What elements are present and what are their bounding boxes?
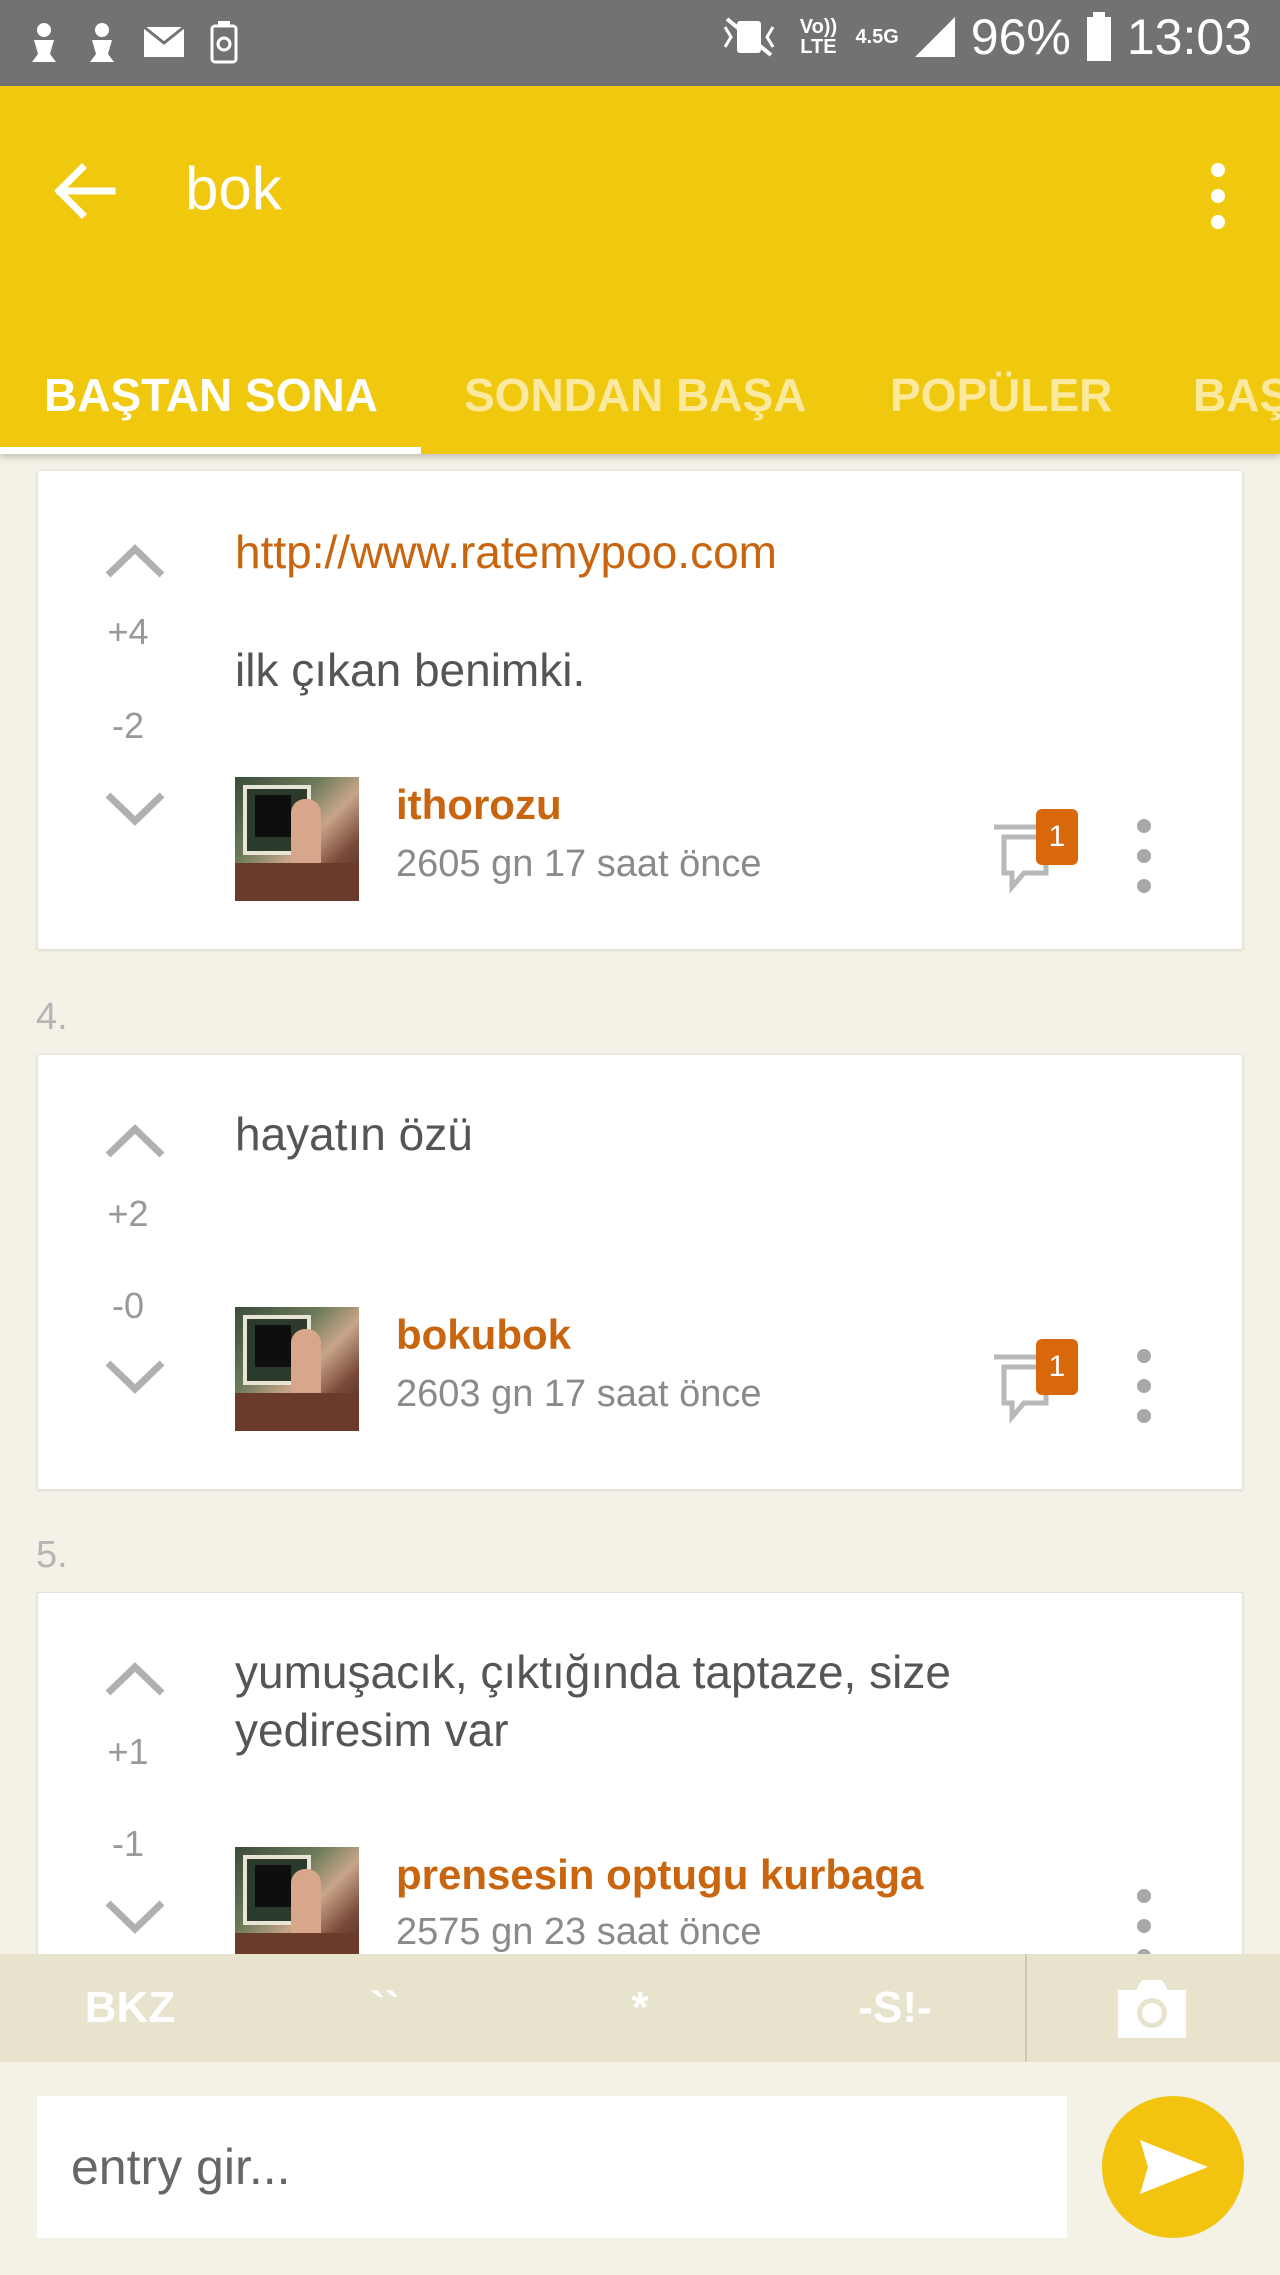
entry-list[interactable]: +4 -2 http://www.ratemypoo.com ilk çıkan…	[0, 454, 1280, 1954]
avatar[interactable]	[235, 777, 359, 901]
author-name[interactable]: ithorozu	[396, 781, 562, 829]
volte-indicator: Vo)) LTE	[799, 16, 838, 58]
star-button[interactable]: *	[555, 1954, 725, 2062]
upvote-icon[interactable]	[100, 1655, 170, 1701]
tab-sondan-basa[interactable]: SONDAN BAŞA	[464, 336, 806, 454]
comments-button[interactable]: 1	[990, 1339, 1080, 1425]
downvote-count: -1	[111, 1823, 144, 1864]
bkz-button[interactable]: BKZ	[40, 1954, 220, 2062]
entry-card: +2 -0 hayatın özü bokubok 2603 gn 17 saa…	[37, 1054, 1243, 1490]
status-bar: Vo)) LTE 4.5G 96% 13:03	[0, 0, 1280, 86]
comments-button[interactable]: 1	[990, 809, 1080, 895]
mail-icon	[143, 25, 185, 57]
upvote-icon[interactable]	[100, 537, 170, 583]
back-button[interactable]	[50, 156, 120, 226]
downvote-icon[interactable]	[100, 1355, 170, 1401]
camera-icon	[1118, 1980, 1186, 2038]
avatar[interactable]	[235, 1847, 359, 1954]
upvote-icon[interactable]	[100, 1117, 170, 1163]
upvote-count: +2	[107, 1193, 149, 1234]
entry-text: ilk çıkan benimki.	[235, 644, 586, 696]
downvote-count: -2	[111, 705, 144, 746]
downvote-count: -0	[111, 1285, 144, 1326]
entry-time: 2575 gn 23 saat önce	[396, 1911, 762, 1953]
app-notification-icon	[90, 23, 114, 62]
format-toolbar: BKZ `` * -S!-	[0, 1954, 1280, 2062]
more-vertical-icon	[1211, 163, 1225, 229]
upvote-count: +1	[107, 1731, 149, 1772]
tab-bar: BAŞTAN SONA SONDAN BAŞA POPÜLER BAŞ	[0, 336, 1280, 454]
entry-card: +4 -2 http://www.ratemypoo.com ilk çıkan…	[37, 470, 1243, 950]
toolbar-divider	[1025, 1954, 1027, 2062]
clock: 13:03	[1126, 9, 1252, 65]
app-bar: bok BAŞTAN SONA SONDAN BAŞA POPÜLER BAŞ	[0, 86, 1280, 454]
author-name[interactable]: bokubok	[396, 1311, 571, 1359]
notification-icons	[26, 20, 240, 64]
battery-percent: 96%	[970, 9, 1071, 65]
downvote-icon[interactable]	[100, 1895, 170, 1941]
entry-card: +1 -1 yumuşacık, çıktığında taptaze, siz…	[37, 1592, 1243, 1954]
entry-number: 5.	[36, 1534, 68, 1576]
signal-icon	[914, 17, 955, 57]
send-button[interactable]	[1102, 2096, 1244, 2238]
entry-text: yumuşacık, çıktığında taptaze, size yedi…	[235, 1646, 951, 1756]
entry-menu-button[interactable]	[1129, 1889, 1159, 1954]
tab-bas[interactable]: BAŞ	[1193, 336, 1280, 454]
page-title: bok	[185, 155, 282, 222]
arrow-left-icon	[54, 163, 116, 219]
comment-count-badge: 1	[1036, 1339, 1078, 1395]
active-tab-indicator	[0, 447, 421, 454]
spoiler-button[interactable]: -S!-	[810, 1954, 980, 2062]
entry-time: 2603 gn 17 saat önce	[396, 1373, 762, 1415]
compose-bar	[0, 2062, 1280, 2275]
entry-menu-button[interactable]	[1129, 819, 1159, 893]
entry-link[interactable]: http://www.ratemypoo.com	[235, 523, 1115, 581]
downvote-icon[interactable]	[100, 787, 170, 833]
send-icon	[1140, 2140, 1208, 2194]
avatar[interactable]	[235, 1307, 359, 1431]
recycle-icon	[210, 21, 238, 64]
overflow-menu-button[interactable]	[1196, 156, 1240, 236]
upvote-count: +4	[107, 611, 149, 652]
app-notification-icon	[32, 23, 56, 62]
link-text[interactable]: http://www.ratemypoo.com	[235, 526, 777, 578]
entry-input[interactable]	[37, 2096, 1067, 2238]
author-name[interactable]: prensesin optugu kurbaga	[396, 1851, 923, 1899]
camera-button[interactable]	[1112, 1976, 1192, 2042]
tab-bastan-sona[interactable]: BAŞTAN SONA	[44, 336, 378, 454]
network-type: 4.5G	[855, 26, 899, 48]
entry-text: hayatın özü	[235, 1108, 473, 1160]
entry-menu-button[interactable]	[1129, 1349, 1159, 1423]
comment-count-badge: 1	[1036, 809, 1078, 865]
backtick-button[interactable]: ``	[300, 1954, 470, 2062]
entry-time: 2605 gn 17 saat önce	[396, 843, 762, 885]
entry-number: 4.	[36, 996, 68, 1038]
tab-populer[interactable]: POPÜLER	[890, 336, 1112, 454]
vibrate-icon	[724, 17, 775, 57]
battery-icon	[1086, 12, 1111, 61]
status-icons: Vo)) LTE 4.5G 96% 13:03	[717, 8, 1252, 66]
